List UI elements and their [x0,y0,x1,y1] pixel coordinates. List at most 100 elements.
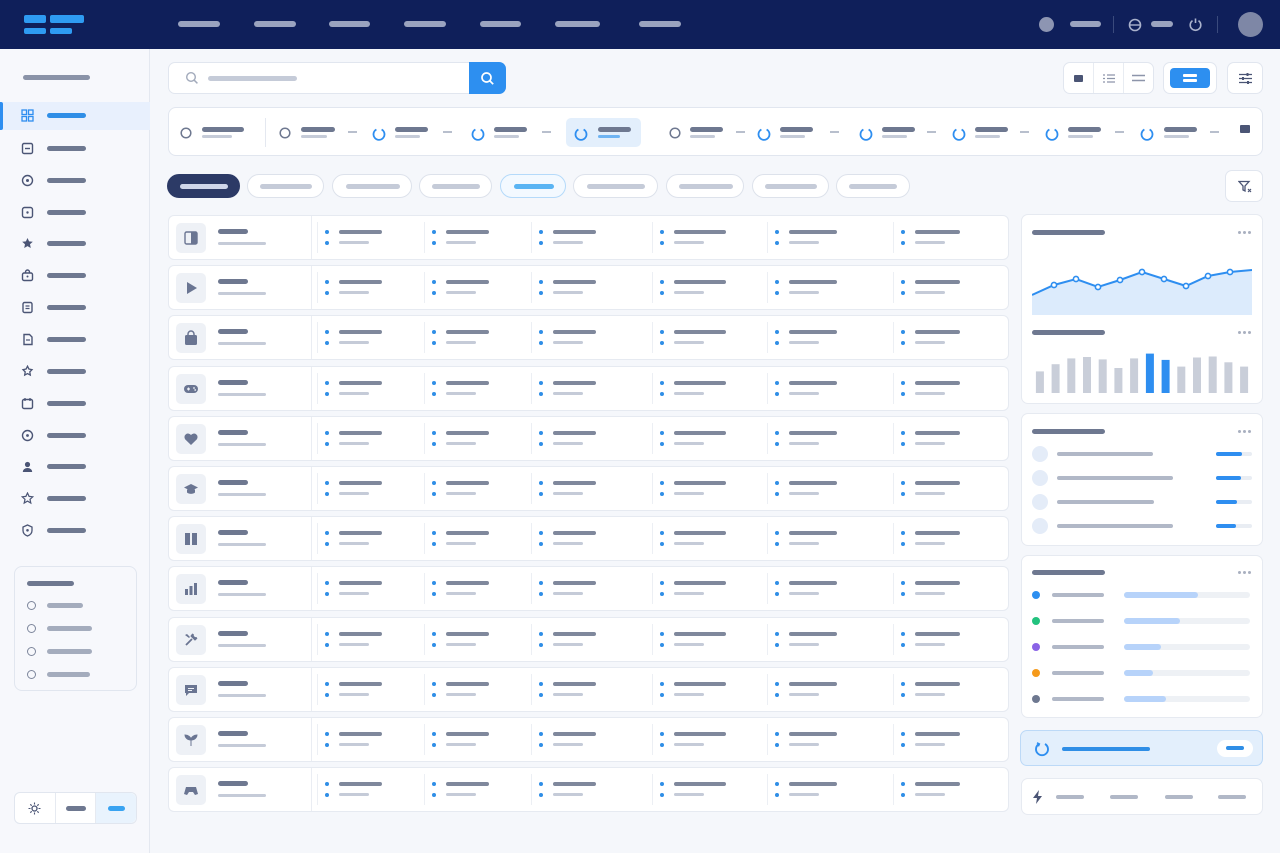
table-cell[interactable] [317,367,425,410]
filter-chip-selected[interactable] [500,174,566,198]
table-row[interactable] [168,516,1009,562]
table-cell[interactable] [652,567,760,610]
table-row[interactable] [168,265,1009,311]
trend-point[interactable] [1160,275,1168,283]
sidebar-item-calendar[interactable] [0,390,150,418]
table-cell[interactable] [652,517,760,560]
table-row[interactable] [168,415,1009,461]
list-item[interactable] [1032,518,1252,534]
more-icon[interactable] [1238,231,1252,235]
bar[interactable] [1051,364,1060,393]
table-cell[interactable] [531,266,639,309]
table-cell[interactable] [531,517,639,560]
bar[interactable] [1130,358,1139,393]
list-item[interactable] [1032,446,1252,462]
step-item[interactable] [372,118,442,147]
table-cell[interactable] [767,768,875,811]
globe-icon[interactable] [1128,18,1142,32]
table-cell[interactable] [767,718,875,761]
filter-chip-active[interactable] [167,174,240,198]
filter-chip[interactable] [419,174,492,198]
table-cell[interactable] [893,718,1001,761]
table-cell[interactable] [317,567,425,610]
table-cell[interactable] [652,618,760,661]
step-item[interactable] [669,118,729,147]
theme-auto-button[interactable] [96,793,137,823]
table-cell[interactable] [317,316,425,359]
legend-item[interactable] [1032,616,1252,626]
table-cell[interactable] [652,367,760,410]
avatar[interactable] [1238,12,1263,37]
table-cell[interactable] [424,618,532,661]
status-dot-icon[interactable] [1039,17,1054,32]
table-row[interactable] [168,466,1009,511]
sidebar-item-integrations[interactable] [0,358,150,386]
quick-action[interactable] [1165,795,1193,799]
bar[interactable] [1035,371,1044,393]
bar[interactable] [1161,359,1170,393]
table-cell[interactable] [767,517,875,560]
table-cell[interactable] [531,417,639,460]
table-cell[interactable] [767,266,875,309]
sidebar-item-security[interactable] [0,517,150,545]
legend-item[interactable] [1032,590,1252,600]
filter-chip[interactable] [573,174,658,198]
table-cell[interactable] [531,367,639,410]
table-cell[interactable] [652,718,760,761]
radio-option[interactable] [27,647,127,657]
table-cell[interactable] [317,618,425,661]
table-cell[interactable] [424,768,532,811]
nav-link[interactable] [555,21,600,27]
table-row[interactable] [168,717,1009,762]
sidebar-item-tags[interactable] [0,199,150,227]
trend-point[interactable] [1182,282,1190,290]
step-item[interactable] [757,118,827,147]
nav-link[interactable] [639,21,681,27]
radio-option[interactable] [27,670,127,680]
bar[interactable] [1114,368,1123,393]
nav-link[interactable] [254,21,296,27]
table-row[interactable] [168,767,1009,813]
table-cell[interactable] [317,768,425,811]
table-cell[interactable] [893,567,1001,610]
table-cell[interactable] [317,266,425,309]
primary-action-button[interactable] [1163,62,1217,94]
table-cell[interactable] [767,316,875,359]
power-icon[interactable] [1188,17,1203,32]
sidebar-item-history[interactable] [0,167,150,195]
sidebar-item-dashboard[interactable] [0,102,150,130]
list-item[interactable] [1032,494,1252,510]
table-row[interactable] [168,215,1009,260]
table-cell[interactable] [652,216,760,259]
step-item[interactable] [952,118,1022,147]
step-item[interactable] [1045,118,1115,147]
table-cell[interactable] [317,417,425,460]
table-cell[interactable] [531,718,639,761]
trend-point[interactable] [1138,268,1146,276]
nav-link[interactable] [480,21,521,27]
legend-item[interactable] [1032,694,1252,704]
table-cell[interactable] [767,367,875,410]
list-item[interactable] [1032,470,1252,486]
step-item[interactable] [859,118,929,147]
table-cell[interactable] [317,216,425,259]
table-cell[interactable] [317,467,425,510]
radio-option[interactable] [27,624,127,634]
table-cell[interactable] [424,567,532,610]
table-cell[interactable] [424,266,532,309]
table-cell[interactable] [893,668,1001,711]
filter-chip[interactable] [836,174,910,198]
table-cell[interactable] [424,316,532,359]
sidebar-item-copies[interactable] [0,326,150,354]
legend-item[interactable] [1032,668,1252,678]
table-cell[interactable] [531,768,639,811]
table-row[interactable] [168,616,1009,662]
radio-option[interactable] [27,601,127,611]
table-cell[interactable] [893,768,1001,811]
table-cell[interactable] [652,417,760,460]
table-cell[interactable] [424,367,532,410]
table-cell[interactable] [652,668,760,711]
filter-chip[interactable] [332,174,412,198]
table-cell[interactable] [424,668,532,711]
table-cell[interactable] [893,367,1001,410]
